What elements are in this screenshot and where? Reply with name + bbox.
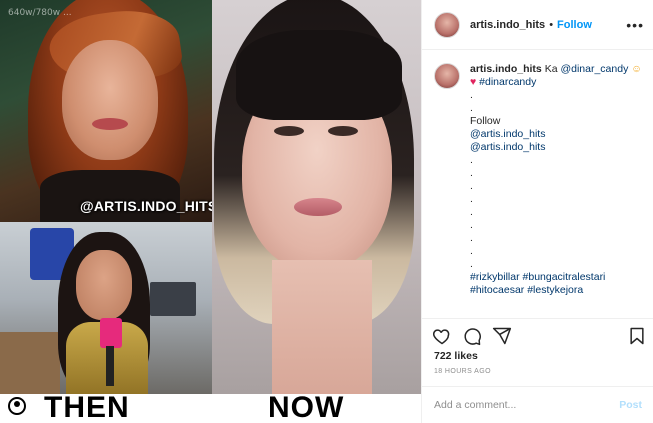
- post-media[interactable]: 640w/780w ... @ARTIS.INDO_HITS THEN NOW: [0, 0, 421, 423]
- share-icon[interactable]: [492, 326, 512, 346]
- caption-row: artis.indo_hits Ka @dinar_candy ☺ ♥ #din…: [434, 63, 642, 297]
- dot-line: .: [470, 206, 473, 218]
- header-username[interactable]: artis.indo_hits: [470, 19, 545, 31]
- handle-link-1[interactable]: @artis.indo_hits: [470, 128, 642, 141]
- label-then: THEN: [44, 391, 130, 423]
- caption-text: Ka: [544, 63, 558, 75]
- comment-input[interactable]: [434, 399, 620, 411]
- more-icon[interactable]: •••: [626, 18, 644, 32]
- heart-icon[interactable]: [432, 326, 452, 346]
- comments-section[interactable]: artis.indo_hits Ka @dinar_candy ☺ ♥ #din…: [422, 51, 653, 319]
- follow-button[interactable]: Follow: [557, 19, 592, 31]
- tagged-user-icon[interactable]: [8, 397, 26, 415]
- mention-link[interactable]: @dinar_candy: [560, 63, 628, 75]
- post-panel: artis.indo_hits • Follow ••• artis.indo_…: [421, 0, 653, 423]
- hashtags-line-2[interactable]: #hitocaesar #lestykejora: [470, 284, 642, 297]
- heart-emoji-icon: ♥: [470, 76, 477, 88]
- smile-emoji-icon: ☺: [631, 63, 642, 75]
- separator-dot: •: [549, 18, 554, 31]
- dot-line: .: [470, 193, 473, 205]
- comment-box: Post: [422, 386, 653, 423]
- dot-line: .: [470, 89, 473, 101]
- caption-follow-text: Follow: [470, 115, 501, 127]
- dot-line: .: [470, 232, 473, 244]
- image-size-watermark: 640w/780w ...: [8, 8, 72, 18]
- likes-count[interactable]: 722 likes: [434, 350, 478, 362]
- bookmark-icon[interactable]: [627, 326, 647, 346]
- caption-body: artis.indo_hits Ka @dinar_candy ☺ ♥ #din…: [470, 63, 642, 297]
- comment-icon[interactable]: [462, 326, 482, 346]
- divider: [422, 318, 653, 319]
- handle-link-2[interactable]: @artis.indo_hits: [470, 141, 642, 154]
- photo-then-interview: [0, 222, 212, 394]
- post-timestamp[interactable]: 18 HOURS AGO: [434, 368, 491, 375]
- hashtag-dinarcandy[interactable]: #dinarcandy: [479, 76, 536, 88]
- caption-avatar[interactable]: [434, 63, 460, 89]
- handle-watermark: @ARTIS.INDO_HITS: [80, 198, 212, 214]
- photo-now: [212, 0, 421, 394]
- action-bar: [422, 322, 653, 350]
- photo-then-closeup: 640w/780w ... @ARTIS.INDO_HITS: [0, 0, 212, 222]
- label-now: NOW: [268, 391, 345, 423]
- dot-line: .: [470, 180, 473, 192]
- dot-line: .: [470, 154, 473, 166]
- avatar[interactable]: [434, 11, 460, 38]
- post-comment-button[interactable]: Post: [619, 399, 642, 411]
- dot-line: .: [470, 258, 473, 270]
- caption-username[interactable]: artis.indo_hits: [470, 63, 542, 75]
- dot-line: .: [470, 219, 473, 231]
- post-header: artis.indo_hits • Follow •••: [422, 0, 653, 50]
- dot-line: .: [470, 167, 473, 179]
- dot-line: .: [470, 102, 473, 114]
- hashtags-line-1[interactable]: #rizkybillar #bungacitralestari: [470, 271, 642, 284]
- dot-line: .: [470, 245, 473, 257]
